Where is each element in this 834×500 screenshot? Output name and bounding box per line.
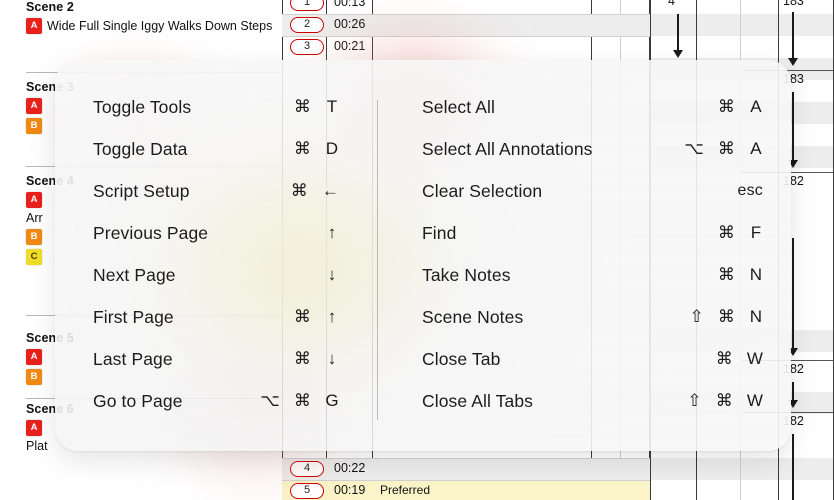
arrow-left-icon: ←: [321, 181, 339, 200]
menu-item-toggle-tools[interactable]: Toggle Tools ⌘ T: [93, 86, 377, 128]
command-key-icon: ⌘: [293, 97, 311, 116]
shift-key-icon: ⇧: [689, 307, 704, 326]
menu-item-shortcut: ⌥ ⌘ G: [189, 391, 339, 411]
shortcut-menu[interactable]: Toggle Tools ⌘ T Toggle Data ⌘ D Script …: [55, 60, 791, 451]
menu-item-first-page[interactable]: First Page ⌘ ↑: [93, 296, 377, 338]
shortcut-panel[interactable]: Toggle Tools ⌘ T Toggle Data ⌘ D Script …: [55, 60, 791, 451]
menu-item-label: Clear Selection: [422, 180, 543, 201]
menu-item-shortcut: esc: [613, 182, 763, 200]
shift-key-icon: ⇧: [687, 391, 702, 410]
shortcut-letter: N: [749, 307, 763, 326]
menu-item-find[interactable]: Find ⌘ F: [422, 212, 791, 254]
menu-item-previous-page[interactable]: Previous Page ↑: [93, 212, 377, 254]
menu-item-label: Toggle Data: [93, 138, 188, 159]
shortcut-letter: G: [325, 391, 339, 410]
menu-item-shortcut: ⌘ ↑: [189, 307, 339, 327]
command-key-icon: ⌘: [293, 307, 311, 326]
menu-item-label: Toggle Tools: [93, 96, 192, 117]
menu-item-label: Close All Tabs: [422, 390, 533, 411]
menu-item-shortcut: ⌘ F: [613, 223, 763, 243]
option-key-icon: ⌥: [684, 139, 704, 158]
option-key-icon: ⌥: [260, 391, 280, 410]
menu-item-select-all[interactable]: Select All ⌘ A: [422, 86, 791, 128]
menu-item-label: Last Page: [93, 348, 173, 369]
shortcut-letter: W: [746, 349, 763, 368]
menu-item-next-page[interactable]: Next Page ↓: [93, 254, 377, 296]
menu-item-shortcut: ⌘ T: [189, 97, 339, 117]
shortcut-letter: W: [746, 391, 763, 410]
escape-key-label: esc: [737, 182, 763, 199]
arrow-up-icon: ↑: [327, 223, 337, 242]
command-key-icon: ⌘: [715, 349, 733, 368]
menu-item-label: Select All: [422, 96, 495, 117]
shortcut-letter: A: [750, 139, 762, 158]
menu-item-shortcut: ⌥ ⌘ A: [613, 139, 763, 159]
menu-item-shortcut: ⌘ ←: [189, 181, 339, 201]
arrow-down-icon: ↓: [327, 349, 337, 368]
command-key-icon: ⌘: [293, 391, 311, 410]
menu-item-scene-notes[interactable]: Scene Notes ⇧ ⌘ N: [422, 296, 791, 338]
menu-item-shortcut: ⌘ ↓: [189, 349, 339, 369]
menu-item-shortcut: ↑: [189, 223, 339, 243]
menu-item-label: Script Setup: [93, 180, 190, 201]
command-key-icon: ⌘: [717, 139, 735, 158]
command-key-icon: ⌘: [290, 181, 308, 200]
arrow-down-icon: ↓: [327, 265, 337, 284]
menu-item-select-all-annotations[interactable]: Select All Annotations ⌥ ⌘ A: [422, 128, 791, 170]
command-key-icon: ⌘: [715, 391, 733, 410]
command-key-icon: ⌘: [293, 349, 311, 368]
command-key-icon: ⌘: [717, 307, 735, 326]
command-key-icon: ⌘: [717, 265, 735, 284]
menu-item-close-all-tabs[interactable]: Close All Tabs ⇧ ⌘ W: [422, 380, 791, 422]
menu-item-shortcut: ⇧ ⌘ W: [613, 391, 763, 411]
menu-item-shortcut: ⌘ D: [189, 139, 339, 159]
menu-item-shortcut: ⌘ A: [613, 97, 763, 117]
menu-item-label: Close Tab: [422, 348, 501, 369]
menu-item-shortcut: ⌘ W: [613, 349, 763, 369]
shortcut-letter: A: [750, 97, 762, 116]
shortcut-column-right[interactable]: Select All ⌘ A Select All Annotations ⌥ …: [377, 86, 791, 427]
menu-item-clear-selection[interactable]: Clear Selection esc: [422, 170, 791, 212]
command-key-icon: ⌘: [717, 223, 735, 242]
menu-item-label: Find: [422, 222, 457, 243]
shortcut-letter: T: [326, 97, 338, 116]
menu-item-label: Next Page: [93, 264, 176, 285]
shortcut-letter: N: [749, 265, 763, 284]
shortcut-overlay[interactable]: Toggle Tools ⌘ T Toggle Data ⌘ D Script …: [0, 0, 834, 500]
menu-item-label: Select All Annotations: [422, 138, 593, 159]
command-key-icon: ⌘: [717, 97, 735, 116]
shortcut-letter: F: [750, 223, 762, 242]
menu-item-go-to-page[interactable]: Go to Page ⌥ ⌘ G: [93, 380, 377, 422]
menu-item-label: Take Notes: [422, 264, 511, 285]
menu-item-script-setup[interactable]: Script Setup ⌘ ←: [93, 170, 377, 212]
menu-item-shortcut: ⌘ N: [613, 265, 763, 285]
menu-item-take-notes[interactable]: Take Notes ⌘ N: [422, 254, 791, 296]
menu-item-toggle-data[interactable]: Toggle Data ⌘ D: [93, 128, 377, 170]
menu-item-label: Go to Page: [93, 390, 183, 411]
menu-item-shortcut: ↓: [189, 265, 339, 285]
menu-item-close-tab[interactable]: Close Tab ⌘ W: [422, 338, 791, 380]
arrow-up-icon: ↑: [327, 307, 337, 326]
menu-item-label: First Page: [93, 306, 174, 327]
menu-item-last-page[interactable]: Last Page ⌘ ↓: [93, 338, 377, 380]
shortcut-letter: D: [325, 139, 339, 158]
command-key-icon: ⌘: [293, 139, 311, 158]
menu-item-shortcut: ⇧ ⌘ N: [613, 307, 763, 327]
menu-item-label: Scene Notes: [422, 306, 524, 327]
shortcut-column-left[interactable]: Toggle Tools ⌘ T Toggle Data ⌘ D Script …: [55, 86, 377, 427]
